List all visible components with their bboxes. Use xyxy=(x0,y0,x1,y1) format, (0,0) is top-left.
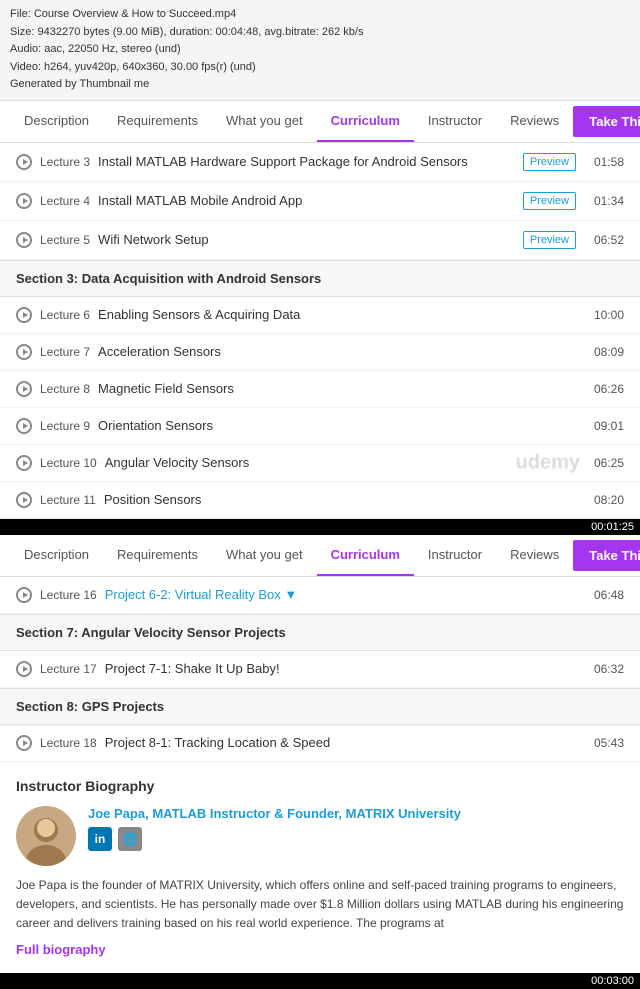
table-row: Lecture 8 Magnetic Field Sensors 06:26 xyxy=(0,371,640,408)
instructor-name[interactable]: Joe Papa, MATLAB Instructor & Founder, M… xyxy=(88,806,624,821)
table-row: Lecture 18 Project 8-1: Tracking Locatio… xyxy=(0,725,640,762)
play-icon[interactable] xyxy=(16,154,32,170)
tab-instructor-bottom[interactable]: Instructor xyxy=(414,535,496,576)
table-row: Lecture 16 Project 6-2: Virtual Reality … xyxy=(0,577,640,614)
bottom-nav-actions: Take This Course $20 xyxy=(573,540,640,571)
avatar xyxy=(16,806,76,866)
tab-what-you-get-top[interactable]: What you get xyxy=(212,101,317,142)
instructor-title: Instructor Biography xyxy=(16,778,624,794)
table-row: Lecture 9 Orientation Sensors 09:01 xyxy=(0,408,640,445)
tab-requirements-bottom[interactable]: Requirements xyxy=(103,535,212,576)
table-row: Lecture 6 Enabling Sensors & Acquiring D… xyxy=(0,297,640,334)
preview-badge[interactable]: Preview xyxy=(523,192,576,210)
table-row: Lecture 7 Acceleration Sensors 08:09 xyxy=(0,334,640,371)
linkedin-icon[interactable]: in xyxy=(88,827,112,851)
table-row: Lecture 11 Position Sensors 08:20 xyxy=(0,482,640,519)
section-header-7: Section 7: Angular Velocity Sensor Proje… xyxy=(0,614,640,651)
top-nav-tabs: Description Requirements What you get Cu… xyxy=(10,101,573,142)
tab-what-you-get-bottom[interactable]: What you get xyxy=(212,535,317,576)
instructor-profile: Joe Papa, MATLAB Instructor & Founder, M… xyxy=(16,806,624,866)
file-info: File: Course Overview & How to Succeed.m… xyxy=(0,0,640,101)
tab-curriculum-top[interactable]: Curriculum xyxy=(317,101,414,142)
tab-instructor-top[interactable]: Instructor xyxy=(414,101,496,142)
top-nav-actions: Take This Course $20 xyxy=(573,106,640,137)
table-row: Lecture 4 Install MATLAB Mobile Android … xyxy=(0,182,640,221)
table-row: Lecture 5 Wifi Network Setup Preview 06:… xyxy=(0,221,640,260)
table-row: Lecture 17 Project 7-1: Shake It Up Baby… xyxy=(0,651,640,688)
tab-reviews-bottom[interactable]: Reviews xyxy=(496,535,573,576)
preview-badge[interactable]: Preview xyxy=(523,153,576,171)
bottom-content: Lecture 16 Project 6-2: Virtual Reality … xyxy=(0,577,640,973)
tab-description-top[interactable]: Description xyxy=(10,101,103,142)
preview-badge[interactable]: Preview xyxy=(523,231,576,249)
play-icon[interactable] xyxy=(16,735,32,751)
tab-description-bottom[interactable]: Description xyxy=(10,535,103,576)
table-row: Lecture 10 Angular Velocity Sensors 06:2… xyxy=(0,445,640,482)
tab-reviews-top[interactable]: Reviews xyxy=(496,101,573,142)
play-icon[interactable] xyxy=(16,307,32,323)
timestamp-top: 00:01:25 xyxy=(0,519,640,535)
instructor-info: Joe Papa, MATLAB Instructor & Founder, M… xyxy=(88,806,624,851)
play-icon[interactable] xyxy=(16,232,32,248)
tab-curriculum-bottom[interactable]: Curriculum xyxy=(317,535,414,576)
play-icon[interactable] xyxy=(16,381,32,397)
play-icon[interactable] xyxy=(16,344,32,360)
top-content: Lecture 3 Install MATLAB Hardware Suppor… xyxy=(0,143,640,519)
timestamp-bottom: 00:03:00 xyxy=(0,973,640,989)
take-course-button-top[interactable]: Take This Course xyxy=(573,106,640,137)
bottom-nav-bar: Description Requirements What you get Cu… xyxy=(0,535,640,577)
social-icons: in 🌐 xyxy=(88,827,624,851)
section-header-8: Section 8: GPS Projects xyxy=(0,688,640,725)
full-biography-link[interactable]: Full biography xyxy=(16,942,624,957)
table-row: Lecture 3 Install MATLAB Hardware Suppor… xyxy=(0,143,640,182)
section-header-3: Section 3: Data Acquisition with Android… xyxy=(0,260,640,297)
play-icon[interactable] xyxy=(16,418,32,434)
website-icon[interactable]: 🌐 xyxy=(118,827,142,851)
play-icon[interactable] xyxy=(16,587,32,603)
top-nav-bar: Description Requirements What you get Cu… xyxy=(0,101,640,143)
bottom-nav-tabs: Description Requirements What you get Cu… xyxy=(10,535,573,576)
play-icon[interactable] xyxy=(16,455,32,471)
tab-requirements-top[interactable]: Requirements xyxy=(103,101,212,142)
instructor-bio: Joe Papa is the founder of MATRIX Univer… xyxy=(16,876,624,934)
play-icon[interactable] xyxy=(16,193,32,209)
play-icon[interactable] xyxy=(16,492,32,508)
instructor-section: Instructor Biography Joe Papa, MATLAB In… xyxy=(0,762,640,973)
play-icon[interactable] xyxy=(16,661,32,677)
take-course-button-bottom[interactable]: Take This Course xyxy=(573,540,640,571)
lecture-link[interactable]: Project 6-2: Virtual Reality Box ▼ xyxy=(105,587,576,602)
